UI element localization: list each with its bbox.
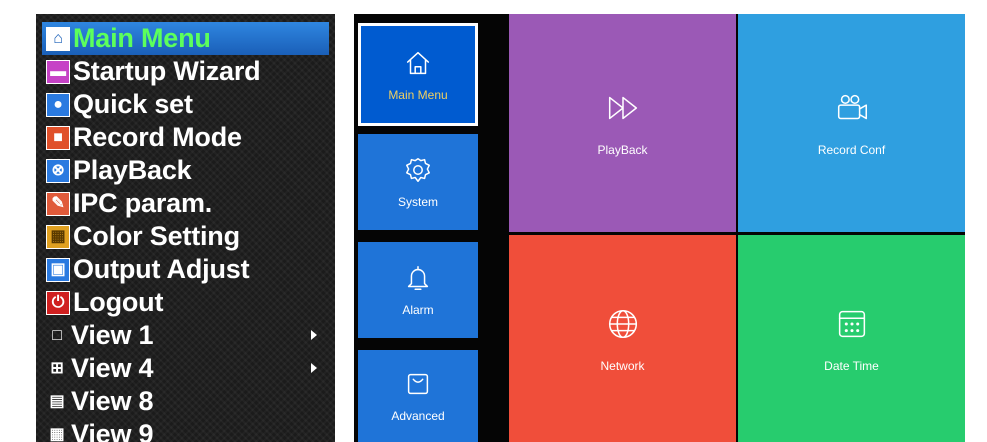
menu-item-record-mode[interactable]: ■ Record Mode <box>42 121 329 154</box>
sidebar-tab-label: Main Menu <box>388 87 448 102</box>
gear-icon <box>406 158 430 182</box>
menu-item-main-menu[interactable]: ⌂ Main Menu <box>42 22 329 55</box>
menu-item-ipc-param[interactable]: ✎ IPC param. <box>42 187 329 220</box>
sidebar-tab-main-menu[interactable]: Main Menu <box>358 23 478 126</box>
record-icon: ■ <box>46 125 70 150</box>
sidebar-tab-label: System <box>397 195 438 209</box>
submenu-arrow-icon <box>311 363 317 373</box>
tile-label: Date Time <box>824 358 879 373</box>
fast-forward-icon <box>608 96 637 120</box>
menu-item-label: View 9 <box>71 419 154 442</box>
color-grid-icon: ▦ <box>46 224 70 249</box>
globe-icon <box>608 309 637 338</box>
menu-item-startup-wizard[interactable]: ▬ Startup Wizard <box>42 55 329 88</box>
home-icon: ⌂ <box>46 26 70 51</box>
calendar-icon <box>838 310 865 337</box>
menu-item-label: Logout <box>73 287 164 317</box>
tile-label: PlayBack <box>597 143 648 157</box>
view8-icon: ▤ <box>49 392 65 410</box>
view9-icon: ▦ <box>49 425 65 442</box>
menu-item-playback[interactable]: ⊗ PlayBack <box>42 154 329 187</box>
menu-item-label: View 4 <box>71 353 154 383</box>
submenu-arrow-icon <box>311 330 317 340</box>
view1-icon: □ <box>52 326 62 344</box>
tile-playback[interactable]: PlayBack <box>509 14 736 232</box>
quick-set-icon: ● <box>46 92 70 117</box>
menu-item-label: IPC param. <box>73 188 213 218</box>
wizard-icon: ▬ <box>46 59 70 84</box>
playback-icon: ⊗ <box>46 158 70 183</box>
tile-label: Record Conf <box>817 143 886 157</box>
sidebar-tab-system[interactable]: System <box>358 134 478 230</box>
view4-icon: ⊞ <box>50 359 64 377</box>
menu-item-label: PlayBack <box>73 155 192 185</box>
context-menu: ⌂ Main Menu ▬ Startup Wizard ● Quick set… <box>36 14 335 442</box>
menu-item-label: View 8 <box>71 386 154 416</box>
menu-item-label: Record Mode <box>73 122 242 152</box>
menu-item-label: View 1 <box>71 320 154 350</box>
sidebar-tab-alarm[interactable]: Alarm <box>358 242 478 338</box>
menu-item-label: Quick set <box>73 89 193 119</box>
menu-item-view-8[interactable]: ▤ View 8 <box>42 385 329 418</box>
menu-item-quick-set[interactable]: ● Quick set <box>42 88 329 121</box>
camera-param-icon: ✎ <box>46 191 70 216</box>
menu-item-label: Startup Wizard <box>73 56 261 86</box>
sidebar-tab-advanced[interactable]: Advanced <box>358 350 478 442</box>
sidebar-tab-label: Alarm <box>402 303 434 317</box>
tile-record-conf[interactable]: Record Conf <box>738 14 965 232</box>
tile-label: Network <box>600 358 645 373</box>
bell-icon <box>407 266 429 290</box>
menu-item-output-adjust[interactable]: ▣ Output Adjust <box>42 253 329 286</box>
menu-item-view-4[interactable]: ⊞ View 4 <box>42 352 329 385</box>
power-icon: ⏻ <box>46 290 70 315</box>
bag-icon <box>407 373 429 395</box>
menu-item-label: Output Adjust <box>73 254 250 284</box>
tile-date-time[interactable]: Date Time <box>738 235 965 442</box>
menu-item-label: Main Menu <box>73 23 211 53</box>
sidebar-tab-label: Advanced <box>391 409 445 423</box>
menu-item-label: Color Setting <box>73 221 240 251</box>
tile-network[interactable]: Network <box>509 235 736 442</box>
tile-main-menu: Main Menu System Alarm Advanced PlayBack <box>354 14 965 442</box>
menu-item-view-9[interactable]: ▦ View 9 <box>42 418 329 442</box>
home-icon <box>406 51 430 74</box>
menu-item-view-1[interactable]: □ View 1 <box>42 319 329 352</box>
menu-item-logout[interactable]: ⏻ Logout <box>42 286 329 319</box>
video-camera-icon <box>837 94 867 120</box>
menu-item-color-setting[interactable]: ▦ Color Setting <box>42 220 329 253</box>
monitor-icon: ▣ <box>46 257 70 282</box>
